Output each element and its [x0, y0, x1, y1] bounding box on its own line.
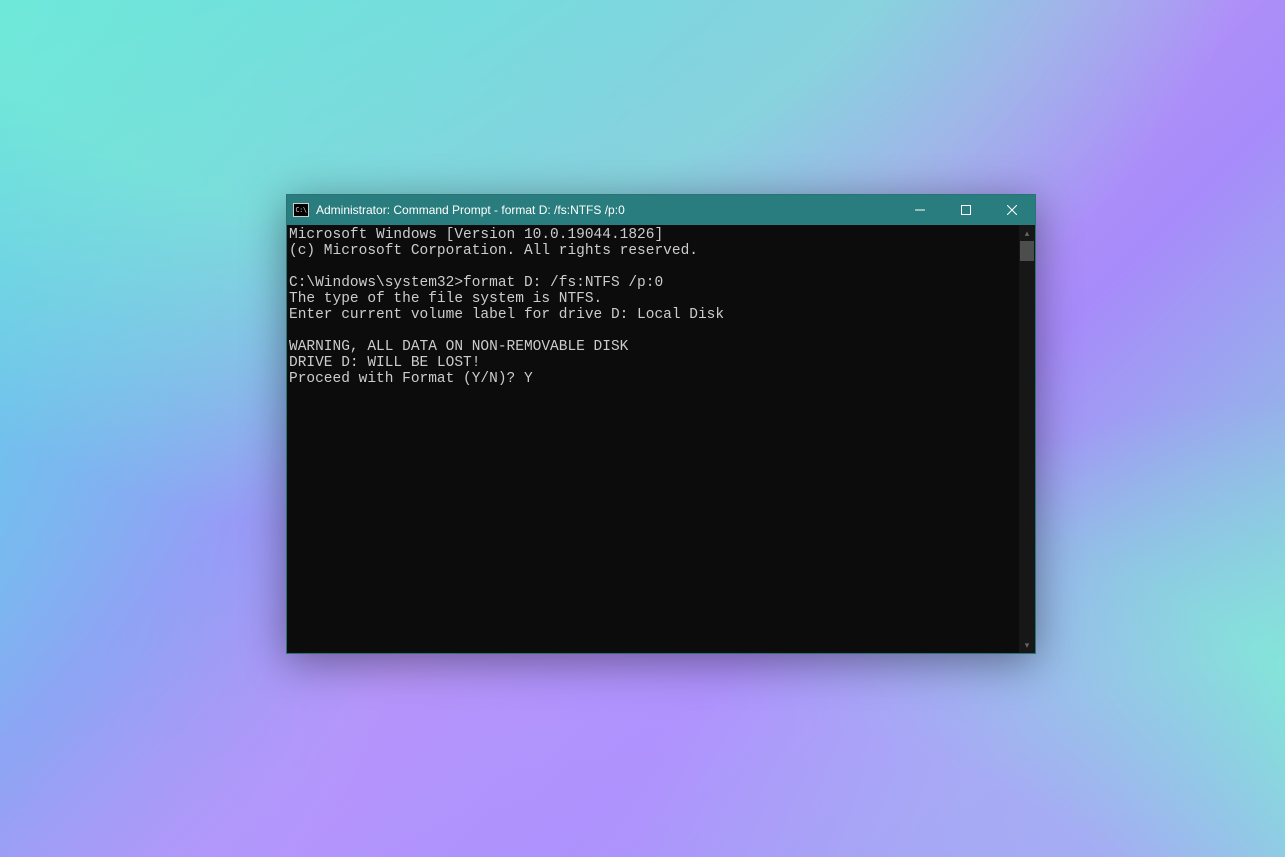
scroll-thumb[interactable]: [1020, 241, 1034, 261]
scroll-track[interactable]: [1019, 241, 1035, 637]
window-title: Administrator: Command Prompt - format D…: [316, 203, 897, 217]
cmd-icon: C:\: [293, 203, 309, 217]
scrollbar[interactable]: ▴ ▾: [1019, 225, 1035, 653]
minimize-icon: [915, 205, 925, 215]
terminal-output[interactable]: Microsoft Windows [Version 10.0.19044.18…: [287, 225, 1019, 653]
command-prompt-window: C:\ Administrator: Command Prompt - form…: [286, 194, 1036, 654]
minimize-button[interactable]: [897, 195, 943, 225]
scroll-up-arrow[interactable]: ▴: [1019, 225, 1035, 241]
close-icon: [1007, 205, 1017, 215]
maximize-button[interactable]: [943, 195, 989, 225]
titlebar[interactable]: C:\ Administrator: Command Prompt - form…: [287, 195, 1035, 225]
close-button[interactable]: [989, 195, 1035, 225]
scroll-down-arrow[interactable]: ▾: [1019, 637, 1035, 653]
terminal-body: Microsoft Windows [Version 10.0.19044.18…: [287, 225, 1035, 653]
maximize-icon: [961, 205, 971, 215]
window-controls: [897, 195, 1035, 225]
